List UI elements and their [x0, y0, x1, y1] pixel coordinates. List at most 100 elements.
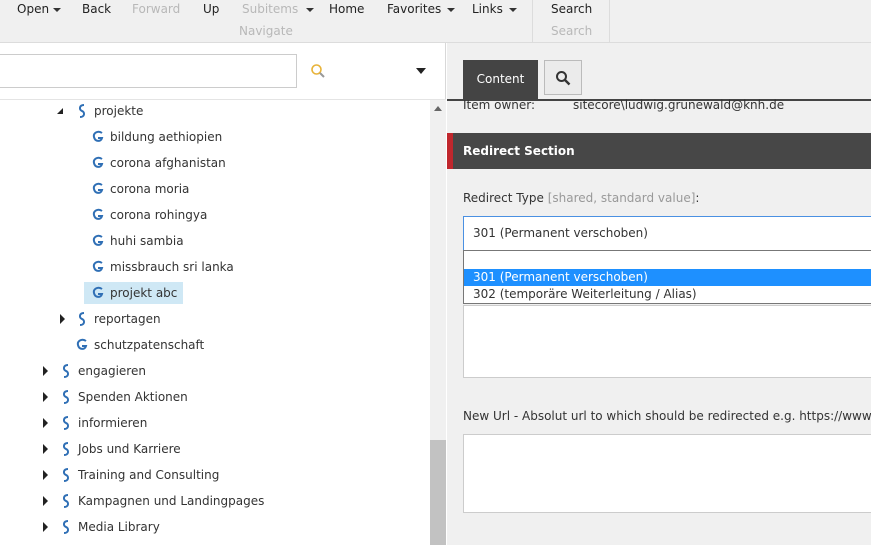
- redirect-item-icon: [62, 390, 70, 404]
- redirect-item-icon: [92, 286, 104, 298]
- tree-node[interactable]: bildung aethiopien: [0, 126, 430, 148]
- content-tree: projekte bildung aethiopien corona afgha…: [0, 100, 430, 545]
- item-owner-label: Item owner:: [463, 98, 536, 112]
- expand-toggle-icon[interactable]: [43, 496, 48, 506]
- chevron-down-icon: [508, 7, 517, 12]
- redirect-type-dropdown[interactable]: 301 (Permanent verschoben) 302 (temporär…: [463, 250, 871, 304]
- back-button[interactable]: Back: [82, 2, 111, 16]
- redirect-item-icon: [62, 468, 70, 482]
- tab-search[interactable]: [544, 60, 582, 95]
- forward-button[interactable]: Forward: [132, 2, 180, 16]
- tree-node-jobs-und-karriere[interactable]: Jobs und Karriere: [0, 438, 430, 460]
- search-ribbon-button[interactable]: Search: [551, 2, 592, 16]
- tree-node[interactable]: schutzpatenschaft: [0, 334, 430, 356]
- links-button[interactable]: Links: [472, 2, 517, 16]
- content-tree-panel: projekte bildung aethiopien corona afgha…: [0, 43, 446, 545]
- collapse-toggle-icon[interactable]: [57, 108, 63, 114]
- dropdown-option-301[interactable]: 301 (Permanent verschoben): [464, 269, 871, 286]
- tree-node-label: Jobs und Karriere: [78, 442, 181, 456]
- open-label: Open: [17, 2, 50, 16]
- redirect-item-icon: [62, 442, 70, 456]
- new-url-label: New Url - Absolut url to which should be…: [463, 409, 871, 423]
- tree-node-selected[interactable]: projekt abc: [0, 282, 430, 304]
- search-icon: [556, 71, 571, 86]
- tree-search-input[interactable]: [0, 54, 297, 88]
- expand-toggle-icon[interactable]: [43, 366, 48, 376]
- expand-toggle-icon[interactable]: [43, 392, 48, 402]
- tree-node-label: Spenden Aktionen: [78, 390, 188, 404]
- search-icon[interactable]: [310, 63, 326, 79]
- redirect-type-label-text: Redirect Type: [463, 191, 544, 205]
- redirect-item-icon: [92, 156, 104, 168]
- home-button[interactable]: Home: [329, 2, 364, 16]
- tab-content[interactable]: Content: [463, 60, 538, 99]
- chevron-down-icon: [306, 7, 315, 12]
- redirect-type-label: Redirect Type [shared, standard value]:: [463, 191, 699, 205]
- redirect-item-icon: [78, 104, 86, 118]
- dropdown-empty-option[interactable]: [464, 251, 871, 269]
- tree-node[interactable]: corona moria: [0, 178, 430, 200]
- subitems-button[interactable]: Subitems: [242, 2, 315, 16]
- tree-node-informieren[interactable]: informieren: [0, 412, 430, 434]
- tree-node[interactable]: missbrauch sri lanka: [0, 256, 430, 278]
- navigate-group-label: Navigate: [239, 24, 293, 38]
- tree-node-training-and-consulting[interactable]: Training and Consulting: [0, 464, 430, 486]
- links-label: Links: [472, 2, 503, 16]
- tree-node-label: informieren: [78, 416, 148, 430]
- tree-node-label: huhi sambia: [110, 234, 184, 248]
- ribbon-divider: [532, 0, 533, 43]
- expand-toggle-icon[interactable]: [43, 444, 48, 454]
- tree-node-media-library[interactable]: Media Library: [0, 516, 430, 538]
- tree-scrollbar[interactable]: [430, 100, 446, 545]
- tree-node-projekte[interactable]: projekte: [0, 100, 430, 122]
- tree-search-bar: [0, 43, 446, 100]
- scroll-up-icon[interactable]: [434, 106, 442, 111]
- redirect-item-icon: [78, 312, 86, 326]
- tree-node[interactable]: huhi sambia: [0, 230, 430, 252]
- tree-node-label: projekte: [94, 104, 144, 118]
- redirect-item-icon: [62, 364, 70, 378]
- chevron-down-icon: [447, 7, 456, 12]
- chevron-down-icon[interactable]: [416, 68, 426, 74]
- expand-toggle-icon[interactable]: [43, 418, 48, 428]
- dropdown-option-302[interactable]: 302 (temporäre Weiterleitung / Alias): [464, 286, 871, 303]
- expand-toggle-icon[interactable]: [43, 470, 48, 480]
- redirect-item-icon: [92, 260, 104, 272]
- redirect-type-hint: [shared, standard value]: [547, 191, 696, 205]
- tree-node-label: corona rohingya: [110, 208, 208, 222]
- redirect-item-icon: [62, 416, 70, 430]
- redirect-item-icon: [92, 208, 104, 220]
- redirect-item-icon: [62, 494, 70, 508]
- tree-node-label: projekt abc: [110, 286, 178, 300]
- tree-node-label: missbrauch sri lanka: [110, 260, 234, 274]
- content-editor: Content Item owner: sitecore\ludwig.grun…: [447, 43, 871, 545]
- tree-node-label: corona afghanistan: [110, 156, 226, 170]
- redirect-field-area[interactable]: [463, 305, 871, 378]
- new-url-field[interactable]: [463, 434, 871, 513]
- redirect-item-icon: [76, 338, 88, 350]
- tree-node[interactable]: corona rohingya: [0, 204, 430, 226]
- redirect-item-icon: [62, 520, 70, 534]
- tree-node-spenden-aktionen[interactable]: Spenden Aktionen: [0, 386, 430, 408]
- redirect-type-select[interactable]: 301 (Permanent verschoben): [463, 216, 871, 251]
- expand-toggle-icon[interactable]: [60, 314, 65, 324]
- open-button[interactable]: Open: [17, 2, 62, 16]
- tree-node-label: corona moria: [110, 182, 190, 196]
- ribbon: Open Back Forward Up Subitems Home Favor…: [0, 0, 871, 43]
- favorites-button[interactable]: Favorites: [387, 2, 456, 16]
- tree-node-engagieren[interactable]: engagieren: [0, 360, 430, 382]
- tree-node-label: Training and Consulting: [78, 468, 220, 482]
- tree-node-kampagnen[interactable]: Kampagnen und Landingpages: [0, 490, 430, 512]
- tree-node-label: bildung aethiopien: [110, 130, 223, 144]
- ribbon-divider: [609, 0, 610, 43]
- tree-node-reportagen[interactable]: reportagen: [0, 308, 430, 330]
- tree-node[interactable]: corona afghanistan: [0, 152, 430, 174]
- up-button[interactable]: Up: [203, 2, 219, 16]
- subitems-label: Subitems: [242, 2, 299, 16]
- redirect-section-header[interactable]: Redirect Section: [447, 133, 871, 169]
- search-group-label: Search: [551, 24, 593, 38]
- item-owner-value: sitecore\ludwig.grunewald@knh.de: [573, 98, 785, 112]
- expand-toggle-icon[interactable]: [43, 522, 48, 532]
- tree-node-label: engagieren: [78, 364, 146, 378]
- scrollbar-thumb[interactable]: [430, 440, 446, 545]
